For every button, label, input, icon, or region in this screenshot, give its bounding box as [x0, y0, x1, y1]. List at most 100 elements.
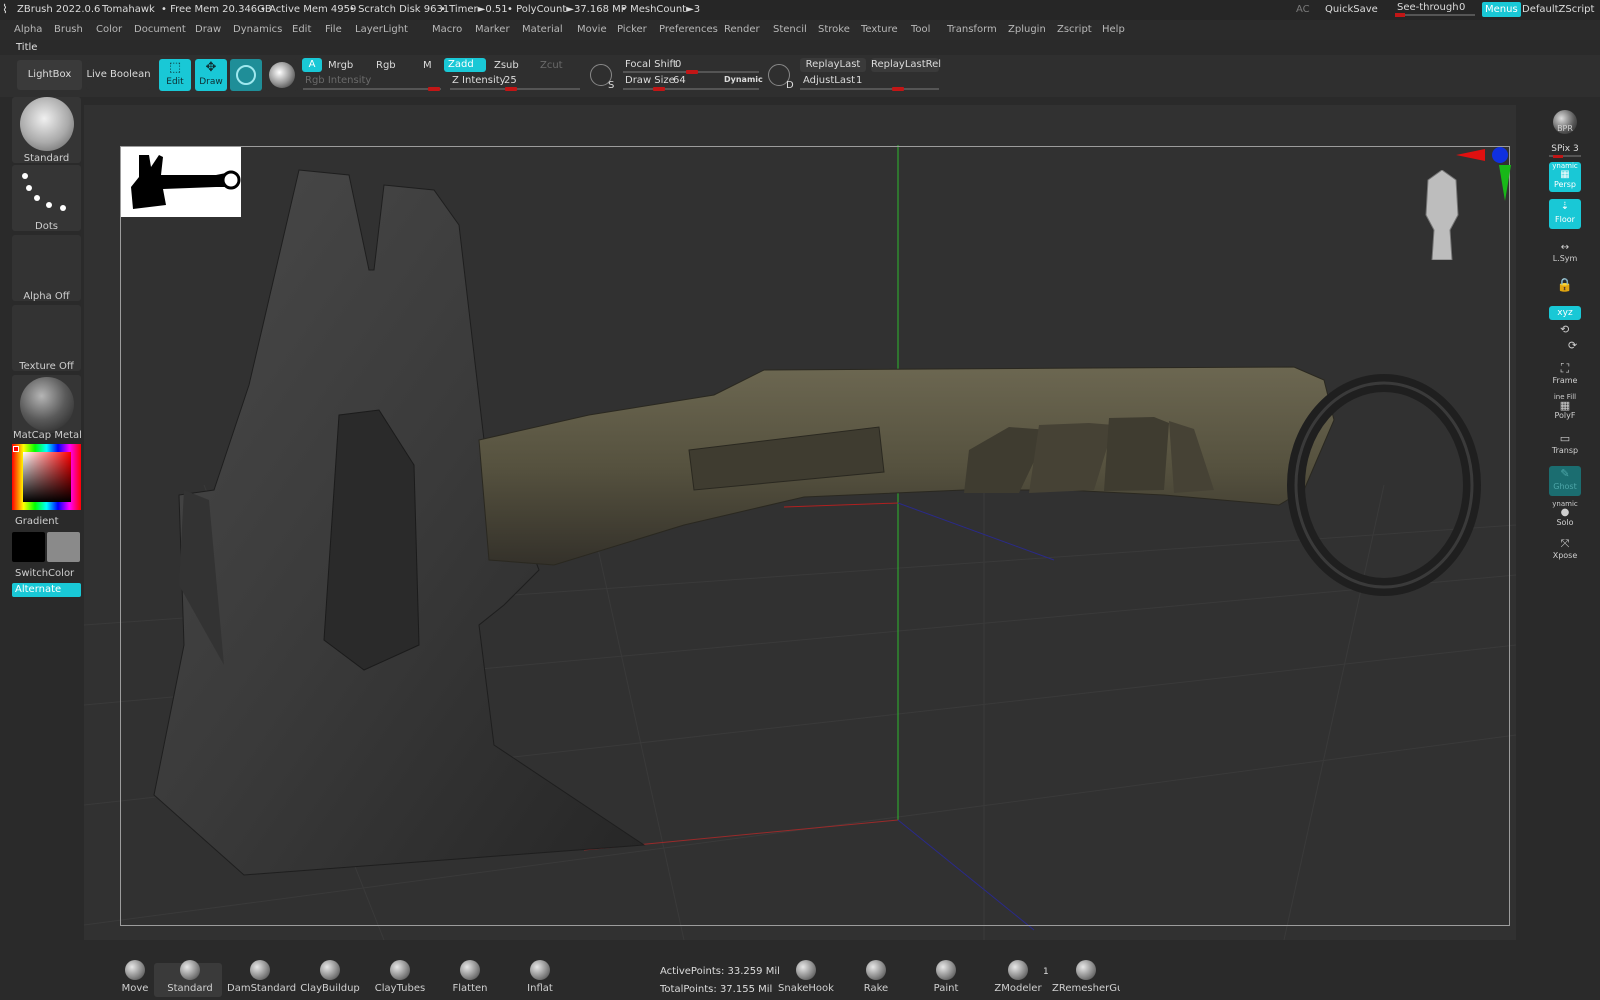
menu-stroke[interactable]: Stroke [818, 24, 850, 35]
brush-damstandard[interactable]: DamStandard [227, 960, 296, 994]
bpr-button[interactable]: BPR [1549, 110, 1581, 140]
edit-button[interactable]: ⬚ Edit [159, 59, 191, 91]
menu-alpha[interactable]: Alpha [14, 24, 42, 35]
menu-dynamics[interactable]: Dynamics [233, 24, 282, 35]
menu-movie[interactable]: Movie [577, 24, 607, 35]
rgb-intensity-slider-knob[interactable] [428, 87, 440, 91]
brush-claytubes-icon [390, 960, 410, 980]
see-through-value: 0 [1459, 2, 1466, 13]
material-preview-button[interactable] [266, 59, 298, 91]
tool-snakehook[interactable]: SnakeHook [772, 960, 840, 994]
lsym-button[interactable]: ↔ L.Sym [1549, 242, 1581, 272]
menu-color[interactable]: Color [96, 24, 122, 35]
mrgb-toggle[interactable]: Mrgb [328, 60, 353, 71]
frame-button[interactable]: ⛶ Frame [1549, 360, 1581, 390]
see-through-slider[interactable] [1395, 13, 1475, 17]
a-toggle[interactable]: A [302, 58, 322, 72]
tool-paint[interactable]: Paint [912, 960, 980, 994]
menu-draw[interactable]: Draw [195, 24, 221, 35]
menus-button[interactable]: Menus [1482, 2, 1521, 17]
menu-tool[interactable]: Tool [911, 24, 930, 35]
xyz-button[interactable]: xyz [1549, 306, 1581, 320]
transp-button[interactable]: ▭ Transp [1549, 432, 1581, 462]
menu-transform[interactable]: Transform [947, 24, 997, 35]
m-toggle[interactable]: M [423, 60, 432, 71]
axis-gizmo[interactable] [1455, 143, 1515, 203]
tool-paint-label: Paint [933, 983, 959, 994]
zsub-toggle[interactable]: Zsub [494, 60, 519, 71]
see-through-slider-knob[interactable] [1395, 13, 1405, 17]
floor-button[interactable]: ⇣ Floor [1549, 199, 1581, 229]
solo-button[interactable]: ynamic ● Solo [1549, 500, 1581, 530]
menu-picker[interactable]: Picker [617, 24, 647, 35]
color-picker-square[interactable] [23, 452, 71, 502]
alternate-button[interactable]: Alternate [12, 583, 81, 597]
tool-rake-label: Rake [863, 983, 889, 994]
menu-help[interactable]: Help [1102, 24, 1125, 35]
tool-zremesherguic[interactable]: ZRemesherGuic [1052, 960, 1120, 994]
menu-material[interactable]: Material [522, 24, 563, 35]
polyf-button[interactable]: ine Fill ▦ PolyF [1549, 393, 1581, 423]
quicksave-button[interactable]: QuickSave [1325, 4, 1378, 15]
spix-slider[interactable] [1549, 155, 1581, 158]
menu-render[interactable]: Render [724, 24, 760, 35]
z-intensity-slider-knob[interactable] [505, 87, 517, 91]
brush-standard[interactable]: Standard [157, 960, 223, 994]
tool-zmodeler[interactable]: ZModeler [984, 960, 1052, 994]
live-boolean-button[interactable]: Live Boolean [86, 60, 151, 90]
brush-claybuildup[interactable]: ClayBuildup [297, 960, 363, 994]
default-zscript[interactable]: DefaultZScript [1522, 4, 1594, 15]
draw-size-slider[interactable] [623, 87, 759, 91]
replay-last-rel-button[interactable]: ReplayLastRel [871, 58, 941, 72]
silhouette-thumbnail[interactable] [121, 147, 241, 217]
brush-flatten[interactable]: Flatten [437, 960, 503, 994]
a-label: A [308, 59, 316, 70]
xpose-button[interactable]: ⤧ Xpose [1549, 537, 1581, 567]
color-picker[interactable] [12, 444, 81, 510]
rotate-y-icon[interactable]: ⟲ [1560, 323, 1569, 336]
menu-layer[interactable]: Layer [355, 24, 383, 35]
lightbox-button[interactable]: LightBox [17, 60, 82, 90]
rotate-z-icon[interactable]: ⟳ [1568, 339, 1577, 352]
brush-damstandard-icon [250, 960, 270, 980]
spix-control[interactable]: SPix 3 [1549, 144, 1581, 158]
ghost-button[interactable]: ✎ Ghost [1549, 466, 1581, 496]
menu-light[interactable]: Light [383, 24, 408, 35]
move-mode-button[interactable] [230, 59, 262, 91]
brush-claytubes[interactable]: ClayTubes [367, 960, 433, 994]
zadd-toggle[interactable]: Zadd [444, 58, 486, 72]
persp-button[interactable]: ynamic ▦ Persp [1549, 162, 1581, 192]
menu-document[interactable]: Document [134, 24, 186, 35]
menu-zplugin[interactable]: Zplugin [1008, 24, 1046, 35]
menu-brush[interactable]: Brush [54, 24, 83, 35]
secondary-color-swatch[interactable] [47, 532, 80, 562]
menu-marker[interactable]: Marker [475, 24, 510, 35]
menu-file[interactable]: File [325, 24, 342, 35]
draw-button[interactable]: ✥ Draw [195, 59, 227, 91]
adjust-last-slider[interactable] [800, 87, 939, 91]
brush-inflat[interactable]: Inflat [507, 960, 573, 994]
adjust-last-slider-knob[interactable] [892, 87, 904, 91]
switch-color-button[interactable]: SwitchColor [15, 568, 84, 579]
primary-color-swatch[interactable] [12, 532, 45, 562]
menu-stencil[interactable]: Stencil [773, 24, 807, 35]
material-slot[interactable] [12, 375, 81, 433]
rgb-intensity-slider[interactable] [303, 87, 441, 91]
z-intensity-slider[interactable] [450, 87, 580, 91]
menu-zscript[interactable]: Zscript [1057, 24, 1092, 35]
menu-texture[interactable]: Texture [861, 24, 898, 35]
rgb-toggle[interactable]: Rgb [376, 60, 396, 71]
focal-shift-slider[interactable] [623, 70, 759, 74]
tool-rake[interactable]: Rake [842, 960, 910, 994]
draw-size-slider-knob[interactable] [653, 87, 665, 91]
menu-preferences[interactable]: Preferences [659, 24, 718, 35]
dynamic-toggle[interactable]: Dynamic [724, 75, 763, 84]
focal-shift-slider-knob[interactable] [686, 70, 698, 74]
menu-macro[interactable]: Macro [432, 24, 462, 35]
lock-button[interactable]: 🔒 [1549, 275, 1581, 305]
replay-last-button[interactable]: ReplayLast [800, 58, 866, 72]
menu-edit[interactable]: Edit [292, 24, 311, 35]
zcut-toggle[interactable]: Zcut [540, 60, 563, 71]
gradient-label: Gradient [15, 516, 59, 527]
frame-icon: ⛶ [1560, 361, 1570, 375]
